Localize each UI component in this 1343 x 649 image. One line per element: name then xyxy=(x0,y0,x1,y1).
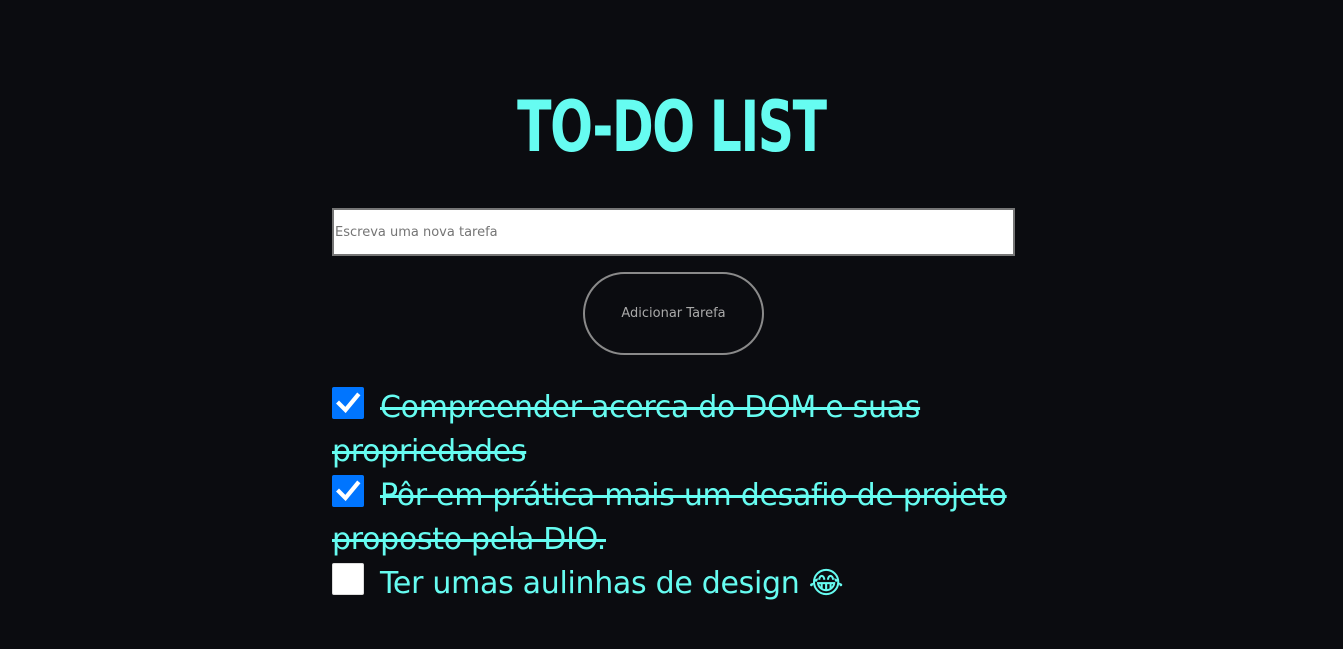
task-text: Pôr em prática mais um desafio de projet… xyxy=(332,478,1007,557)
task-item: Ter umas aulinhas de design 😂 xyxy=(332,562,1015,606)
task-checkbox[interactable] xyxy=(332,563,364,595)
task-text: Ter umas aulinhas de design 😂 xyxy=(380,566,844,601)
new-task-input[interactable] xyxy=(332,208,1015,256)
task-item: Compreender acerca do DOM e suas proprie… xyxy=(332,386,1015,474)
app-page: TO-DO LIST Adicionar Tarefa Compreender … xyxy=(0,0,1343,649)
task-text: Compreender acerca do DOM e suas proprie… xyxy=(332,390,921,469)
page-title: TO-DO LIST xyxy=(517,86,827,168)
task-checkbox[interactable] xyxy=(332,387,364,419)
task-checkbox[interactable] xyxy=(332,475,364,507)
checkmark-icon xyxy=(336,392,361,414)
add-task-button[interactable]: Adicionar Tarefa xyxy=(583,272,764,355)
task-item: Pôr em prática mais um desafio de projet… xyxy=(332,474,1015,562)
task-list: Compreender acerca do DOM e suas proprie… xyxy=(332,386,1015,606)
checkmark-icon xyxy=(336,480,361,502)
